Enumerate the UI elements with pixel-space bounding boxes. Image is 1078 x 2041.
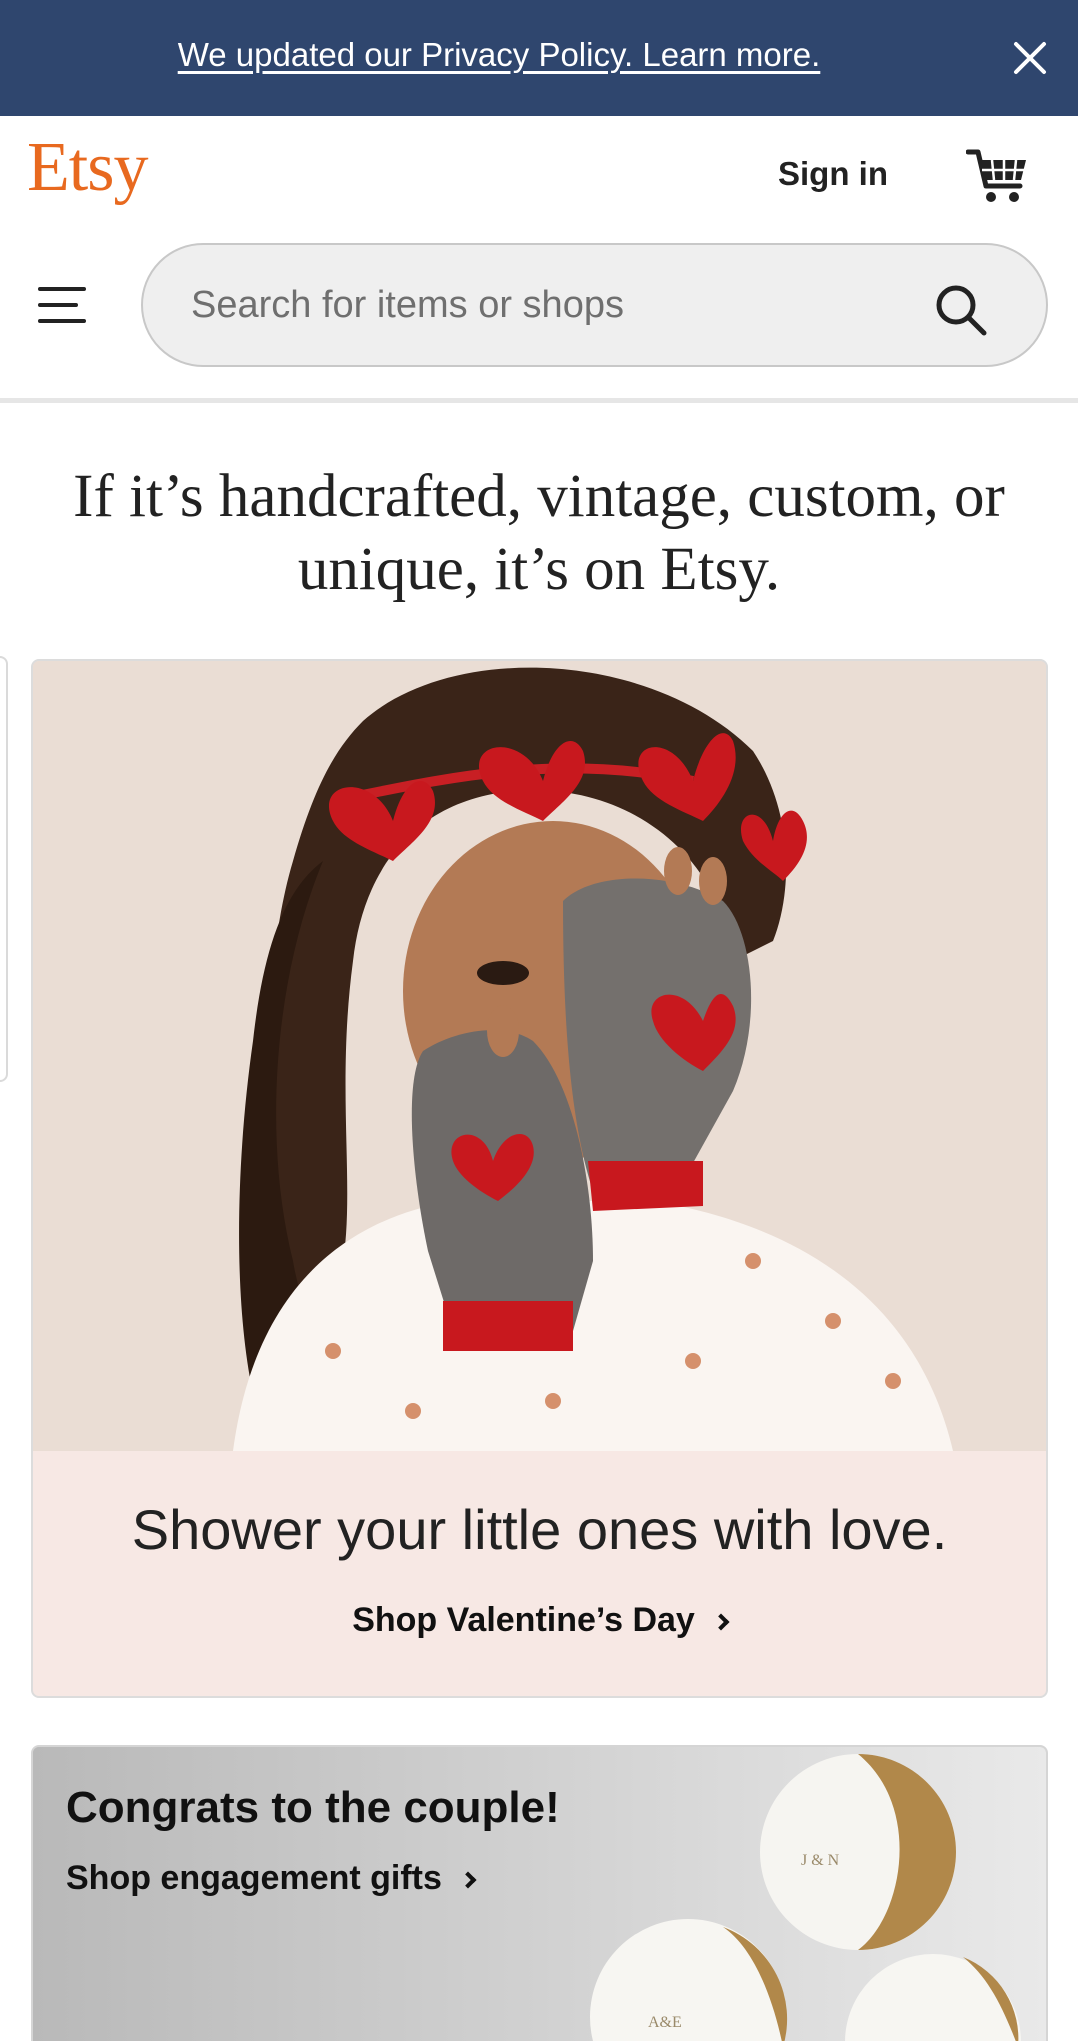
valentines-caption: Shower your little ones with love. (131, 1498, 948, 1561)
valentines-hero-image (33, 661, 1046, 1451)
shop-engagement-label: Shop engagement gifts (66, 1859, 442, 1897)
header-divider (0, 398, 1078, 403)
close-icon[interactable] (1012, 40, 1048, 76)
cart-icon[interactable] (966, 146, 1030, 206)
hero-tagline: If it’s handcrafted, vintage, custom, or… (73, 463, 1005, 603)
engagement-title: Congrats to the couple! (66, 1783, 560, 1832)
engagement-promo-card[interactable]: J & N A&E Congrats to the couple! Shop e… (31, 1745, 1048, 2041)
shop-valentines-label: Shop Valentine’s Day (352, 1601, 695, 1639)
dish-monogram-1: J & N (801, 1852, 840, 1869)
etsy-logo[interactable]: Etsy (27, 128, 148, 208)
shop-engagement-link[interactable]: Shop engagement gifts (66, 1859, 477, 1898)
dish-monogram-2: A&E (648, 2014, 682, 2031)
carousel-previous-card[interactable] (0, 656, 8, 1082)
privacy-policy-link[interactable]: We updated our Privacy Policy. Learn mor… (0, 36, 998, 74)
hamburger-menu-icon[interactable] (36, 283, 88, 327)
search-icon[interactable] (932, 281, 990, 339)
valentines-promo-card[interactable]: Shower your little ones with love. Shop … (31, 659, 1048, 1698)
chevron-right-icon (712, 1613, 730, 1631)
search-bar (141, 243, 1048, 367)
chevron-right-icon (459, 1871, 477, 1889)
shop-valentines-link[interactable]: Shop Valentine’s Day (33, 1601, 1046, 1640)
privacy-banner: We updated our Privacy Policy. Learn mor… (0, 0, 1078, 116)
search-input[interactable] (191, 245, 931, 365)
sign-in-button[interactable]: Sign in (778, 155, 888, 193)
